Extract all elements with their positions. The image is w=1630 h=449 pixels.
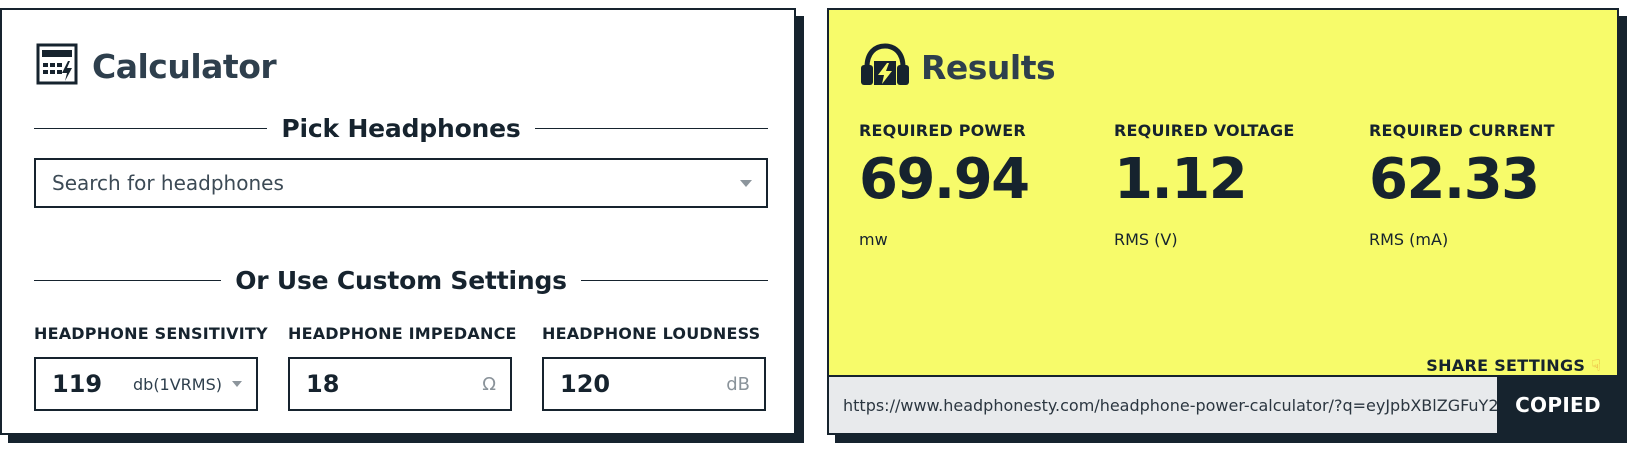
required-power-value: 69.94 xyxy=(859,147,1030,212)
share-url-field[interactable]: https://www.headphonesty.com/headphone-p… xyxy=(829,377,1499,433)
results-header: Results xyxy=(859,43,1056,91)
required-power-metric: REQUIRED POWER 69.94 mw xyxy=(859,121,1089,249)
pointing-down-hand-icon: ☟ xyxy=(1591,356,1601,375)
calculator-header: Calculator xyxy=(36,43,277,89)
required-current-label: REQUIRED CURRENT xyxy=(1369,121,1555,140)
sensitivity-unit: db(1VRMS) xyxy=(133,374,222,394)
chevron-down-icon xyxy=(740,180,752,187)
impedance-input[interactable]: 18 Ω xyxy=(288,357,512,411)
loudness-value: 120 xyxy=(560,370,611,398)
required-voltage-metric: REQUIRED VOLTAGE 1.12 RMS (V) xyxy=(1114,121,1344,249)
share-settings-label: SHARE SETTINGS xyxy=(1426,356,1586,375)
headphones-power-icon xyxy=(859,43,911,91)
divider-line xyxy=(534,127,769,130)
loudness-input[interactable]: 120 dB xyxy=(542,357,766,411)
search-placeholder: Search for headphones xyxy=(52,171,284,195)
required-current-unit: RMS (mA) xyxy=(1369,230,1449,249)
sensitivity-unit-select[interactable]: db(1VRMS) xyxy=(133,375,242,394)
required-voltage-label: REQUIRED VOLTAGE xyxy=(1114,121,1295,140)
headphone-search-select[interactable]: Search for headphones xyxy=(34,158,768,208)
required-power-unit: mw xyxy=(859,230,888,249)
divider-line xyxy=(34,279,222,282)
pick-headphones-divider: Pick Headphones xyxy=(34,114,769,143)
copy-url-button[interactable]: COPIED xyxy=(1499,377,1617,433)
calculator-card: Calculator Pick Headphones Search for he… xyxy=(0,8,796,435)
required-power-label: REQUIRED POWER xyxy=(859,121,1026,140)
sensitivity-value: 119 xyxy=(52,370,103,398)
sensitivity-label: HEADPHONE SENSITIVITY xyxy=(34,324,268,343)
required-current-value: 62.33 xyxy=(1369,147,1540,212)
impedance-label: HEADPHONE IMPEDANCE xyxy=(288,324,517,343)
loudness-label: HEADPHONE LOUDNESS xyxy=(542,324,761,343)
impedance-unit: Ω xyxy=(482,373,496,395)
calculator-icon xyxy=(36,43,78,89)
loudness-unit: dB xyxy=(726,373,750,395)
sensitivity-field: HEADPHONE SENSITIVITY 119 db(1VRMS) xyxy=(34,324,268,411)
custom-settings-divider: Or Use Custom Settings xyxy=(34,266,769,295)
chevron-down-icon xyxy=(232,381,242,387)
required-voltage-unit: RMS (V) xyxy=(1114,230,1178,249)
required-voltage-value: 1.12 xyxy=(1114,147,1248,212)
required-current-metric: REQUIRED CURRENT 62.33 RMS (mA) xyxy=(1369,121,1599,249)
loudness-field: HEADPHONE LOUDNESS 120 dB xyxy=(542,324,766,411)
pick-headphones-heading: Pick Headphones xyxy=(281,114,521,143)
custom-settings-heading: Or Use Custom Settings xyxy=(235,266,567,295)
divider-line xyxy=(580,279,769,282)
divider-line xyxy=(34,127,268,130)
calculator-title: Calculator xyxy=(92,46,277,86)
impedance-field: HEADPHONE IMPEDANCE 18 Ω xyxy=(288,324,517,411)
results-title: Results xyxy=(921,47,1056,87)
share-url-bar: https://www.headphonesty.com/headphone-p… xyxy=(829,375,1617,433)
page: Calculator Pick Headphones Search for he… xyxy=(0,0,1630,449)
impedance-value: 18 xyxy=(306,370,340,398)
sensitivity-input[interactable]: 119 db(1VRMS) xyxy=(34,357,258,411)
share-settings-toggle[interactable]: SHARE SETTINGS ☟ xyxy=(1426,356,1601,375)
results-card: Results REQUIRED POWER 69.94 mw REQUIRED… xyxy=(827,8,1619,435)
